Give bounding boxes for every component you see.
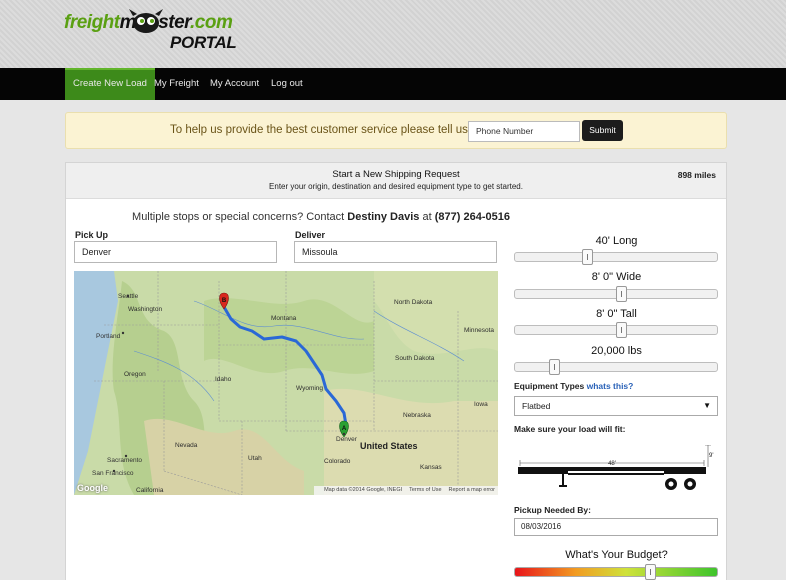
contact-phone: (877) 264-0516 bbox=[434, 211, 510, 223]
whats-this-link[interactable]: whats this? bbox=[587, 381, 634, 391]
weight-slider-handle[interactable] bbox=[549, 359, 560, 375]
map-data-credit: Map data ©2014 Google, INEGI bbox=[324, 487, 403, 493]
monster-mascot-icon bbox=[129, 9, 163, 33]
height-slider[interactable] bbox=[514, 322, 718, 338]
budget-label: What's Your Budget? bbox=[565, 549, 668, 561]
phone-request-banner: To help us provide the best customer ser… bbox=[65, 112, 727, 149]
length-slider[interactable] bbox=[514, 249, 718, 265]
map-label-washington: Washington bbox=[128, 306, 163, 313]
map-label-kansas: Kansas bbox=[420, 464, 442, 471]
submit-button[interactable]: Submit bbox=[582, 120, 623, 141]
main-nav: Create New Load My Freight My Account Lo… bbox=[0, 68, 786, 100]
header: freightmonster.com PORTAL bbox=[0, 0, 786, 68]
width-slider[interactable] bbox=[514, 286, 718, 302]
map-report-link[interactable]: Report a map error bbox=[449, 487, 495, 493]
pickup-input[interactable]: Denver bbox=[74, 241, 277, 263]
map-label-san-francisco: San Francisco bbox=[92, 470, 134, 477]
map-label-utah: Utah bbox=[248, 455, 262, 462]
map-label-portland: Portland bbox=[96, 333, 121, 340]
width-value: 8' 0" Wide bbox=[591, 271, 642, 283]
height-value: 8' 0" Tall bbox=[596, 308, 637, 320]
contact-name: Destiny Davis bbox=[347, 211, 420, 223]
map-attribution: Map data ©2014 Google, INEGI Terms of Use… bbox=[314, 486, 498, 495]
budget-slider[interactable] bbox=[514, 564, 718, 580]
map-label-seattle: Seattle bbox=[118, 293, 139, 300]
pickup-needed-label: Pickup Needed By: bbox=[514, 505, 591, 515]
pickup-date-input[interactable]: 08/03/2016 bbox=[514, 518, 718, 536]
height-slider-handle[interactable] bbox=[616, 322, 627, 338]
contact-line: Multiple stops or special concerns? Cont… bbox=[132, 211, 510, 223]
load-fit-label: Make sure your load will fit: bbox=[514, 424, 626, 434]
map-label-montana: Montana bbox=[271, 315, 297, 322]
map-label-south-dakota: South Dakota bbox=[395, 355, 435, 362]
svg-text:B: B bbox=[222, 298, 227, 304]
length-slider-handle[interactable] bbox=[582, 249, 593, 265]
deliver-label: Deliver bbox=[295, 230, 326, 240]
map-terms-link[interactable]: Terms of Use bbox=[409, 487, 441, 493]
map-label-nebraska: Nebraska bbox=[403, 412, 431, 419]
map-label-nevada: Nevada bbox=[175, 442, 198, 449]
pickup-label: Pick Up bbox=[75, 230, 109, 240]
nav-create-new-load[interactable]: Create New Load bbox=[65, 68, 155, 100]
trailer-height-label: 9' bbox=[709, 453, 713, 459]
map-label-minnesota: Minnesota bbox=[464, 327, 494, 334]
svg-text:A: A bbox=[342, 426, 347, 432]
map-label-iowa: Iowa bbox=[474, 401, 488, 408]
google-logo[interactable]: Google bbox=[77, 483, 108, 493]
map-label-california: California bbox=[136, 487, 164, 494]
budget-slider-handle[interactable] bbox=[645, 564, 656, 580]
nav-my-freight[interactable]: My Freight bbox=[154, 68, 199, 100]
weight-slider[interactable] bbox=[514, 359, 718, 375]
length-value: 40' Long bbox=[595, 235, 638, 247]
equipment-types-label: Equipment Types whats this? bbox=[514, 381, 634, 391]
map-label-oregon: Oregon bbox=[124, 371, 146, 378]
dropdown-caret-icon: ▼ bbox=[703, 401, 711, 410]
nav-log-out[interactable]: Log out bbox=[271, 68, 303, 100]
shipping-request-panel: Start a New Shipping Request Enter your … bbox=[65, 162, 727, 580]
map-label-wyoming: Wyoming bbox=[296, 385, 324, 392]
trailer-length-label: 48' bbox=[608, 461, 616, 467]
nav-my-account[interactable]: My Account bbox=[210, 68, 259, 100]
freightmonster-logo[interactable]: freightmonster.com PORTAL bbox=[64, 6, 244, 56]
map-label-north-dakota: North Dakota bbox=[394, 299, 433, 306]
logo-portal-text: PORTAL bbox=[170, 33, 237, 52]
map-label-colorado: Colorado bbox=[324, 458, 351, 465]
map-label-country: United States bbox=[360, 441, 418, 451]
weight-value: 20,000 lbs bbox=[591, 345, 642, 357]
map-label-idaho: Idaho bbox=[215, 376, 232, 383]
deliver-input[interactable]: Missoula bbox=[294, 241, 497, 263]
equipment-column: 40' Long 8' 0" Wide 8' 0" Tall 20,000 lb… bbox=[514, 163, 719, 580]
width-slider-handle[interactable] bbox=[616, 286, 627, 302]
map-label-denver: Denver bbox=[336, 436, 357, 443]
banner-message: To help us provide the best customer ser… bbox=[170, 124, 494, 136]
route-map[interactable]: B A Seattle Washington Portland Oregon I… bbox=[74, 271, 498, 495]
phone-number-input[interactable]: Phone Number bbox=[468, 121, 580, 142]
map-label-sacramento: Sacramento bbox=[107, 457, 143, 464]
equipment-type-select[interactable]: Flatbed ▼ bbox=[514, 396, 718, 416]
flatbed-trailer-icon: 48' 9' bbox=[518, 445, 713, 490]
